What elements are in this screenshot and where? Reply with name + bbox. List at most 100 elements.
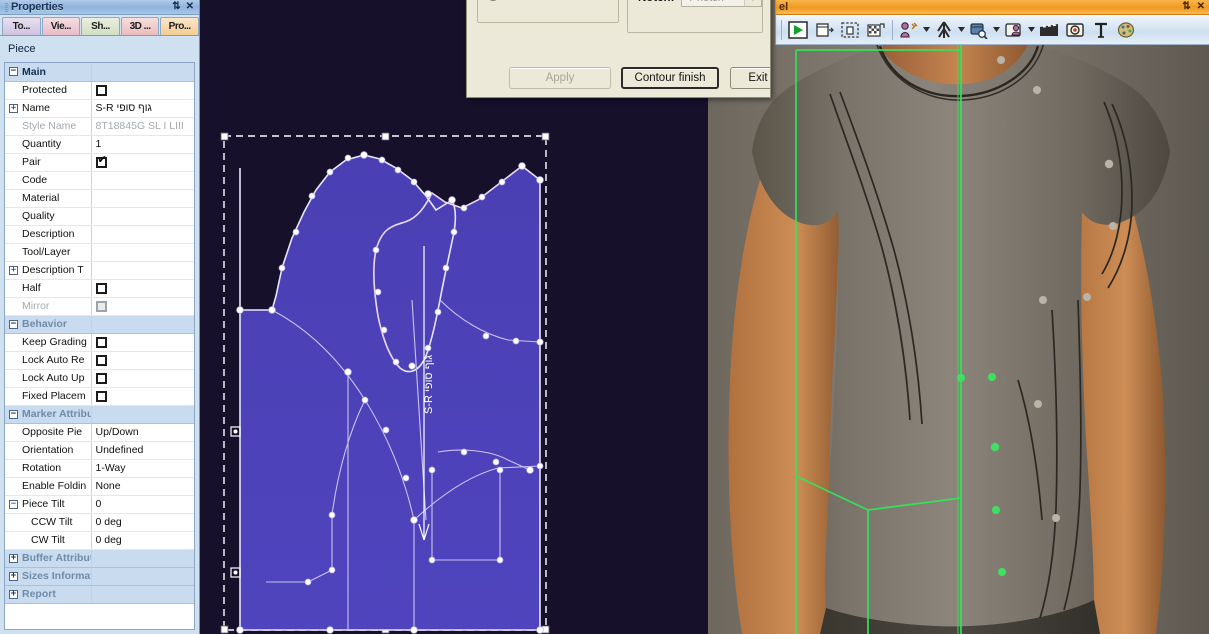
properties-titlebar[interactable]: Properties ⇅ ✕	[0, 0, 199, 15]
property-value[interactable]	[91, 405, 194, 424]
checkbox[interactable]	[95, 336, 107, 348]
property-row[interactable]: − Piece Tilt 0	[5, 495, 194, 514]
property-value[interactable]	[91, 369, 194, 388]
tab-view[interactable]: Vie...	[41, 17, 81, 35]
property-value[interactable]	[91, 351, 194, 370]
close-icon[interactable]: ✕	[186, 2, 194, 12]
property-group-row[interactable]: − Main	[5, 63, 194, 82]
property-row[interactable]: CW Tilt 0 deg	[5, 531, 194, 550]
property-value[interactable]: 1-Way	[91, 459, 194, 478]
property-value[interactable]	[91, 207, 194, 226]
drape-piece-icon[interactable]	[812, 18, 836, 42]
expand-icon[interactable]: +	[9, 265, 18, 275]
select-region-icon[interactable]	[838, 18, 862, 42]
property-value[interactable]	[91, 261, 194, 280]
property-value[interactable]	[91, 243, 194, 262]
drag-grip-icon[interactable]	[5, 2, 8, 12]
collapse-icon[interactable]: −	[9, 67, 18, 77]
property-value[interactable]	[91, 549, 194, 568]
property-group-row[interactable]: −Marker Attributes	[5, 405, 194, 424]
tab-3d[interactable]: 3D ...	[120, 17, 160, 35]
expand-icon[interactable]: +	[9, 553, 18, 563]
notch-contour-dialog[interactable]: Button Notch Curve Non Curve Notch:	[466, 0, 771, 98]
property-value[interactable]: Undefined	[91, 441, 194, 460]
chevron-down-icon-4[interactable]	[1028, 20, 1035, 40]
3d-canvas[interactable]	[708, 0, 1209, 634]
image-avatar-icon[interactable]	[1002, 18, 1026, 42]
checkbox[interactable]	[95, 390, 107, 402]
pin-icon[interactable]: ⇅	[1182, 2, 1190, 12]
collapse-icon[interactable]: −	[9, 499, 18, 509]
chevron-down-icon-3[interactable]	[993, 20, 1000, 40]
property-row[interactable]: + Description T	[5, 261, 194, 280]
chevron-down-icon-2[interactable]	[958, 20, 965, 40]
property-row[interactable]: Rotation 1-Way	[5, 459, 194, 478]
property-value[interactable]	[91, 225, 194, 244]
radio-notch-option[interactable]: Notch	[487, 0, 618, 1]
property-value[interactable]: 0	[91, 495, 194, 514]
property-row[interactable]: Keep Grading	[5, 333, 194, 352]
checkbox[interactable]	[95, 282, 107, 294]
property-value[interactable]	[91, 387, 194, 406]
property-value[interactable]	[91, 189, 194, 208]
property-row[interactable]: Fixed Placem	[5, 387, 194, 406]
property-row[interactable]: CCW Tilt 0 deg	[5, 513, 194, 532]
contour-finish-button[interactable]: Contour finish	[621, 67, 719, 89]
expand-icon[interactable]: +	[9, 571, 18, 581]
property-value[interactable]	[91, 315, 194, 334]
collapse-icon[interactable]: −	[9, 409, 18, 419]
property-value[interactable]: 1	[91, 135, 194, 154]
property-value[interactable]	[91, 279, 194, 298]
property-group-row[interactable]: − Behavior	[5, 315, 194, 334]
property-value[interactable]	[91, 333, 194, 352]
property-value[interactable]	[91, 297, 194, 316]
property-grid-container[interactable]: − Main Protected + Name S-R גוף סופי Style Nam…	[4, 62, 195, 630]
3d-simulation-viewport[interactable]	[708, 0, 1209, 634]
property-row[interactable]: Enable Foldin None	[5, 477, 194, 496]
property-row[interactable]: Lock Auto Re	[5, 351, 194, 370]
property-row[interactable]: Description	[5, 225, 194, 244]
checkbox[interactable]	[95, 372, 107, 384]
property-row[interactable]: Orientation Undefined	[5, 441, 194, 460]
movie-record-icon[interactable]	[1037, 18, 1061, 42]
expand-icon[interactable]: +	[9, 589, 18, 599]
property-row[interactable]: Protected	[5, 81, 194, 100]
checkbox[interactable]	[95, 155, 107, 168]
property-row[interactable]: Tool/Layer	[5, 243, 194, 262]
property-row[interactable]: Quantity 1	[5, 135, 194, 154]
property-value[interactable]: S-R גוף סופי	[91, 99, 194, 118]
chevron-down-icon[interactable]	[923, 20, 930, 40]
3d-toolbar[interactable]	[776, 15, 1209, 45]
property-group-row[interactable]: + Sizes Information	[5, 567, 194, 586]
property-value[interactable]	[91, 153, 194, 172]
apply-button[interactable]: Apply	[509, 67, 611, 89]
property-value[interactable]	[91, 567, 194, 586]
property-value[interactable]	[91, 585, 194, 604]
checkbox[interactable]	[95, 300, 107, 312]
property-group-row[interactable]: + Buffer Attributes	[5, 549, 194, 568]
exit-button[interactable]: Exit	[730, 67, 770, 89]
snapshot-icon[interactable]	[1063, 18, 1087, 42]
property-row[interactable]: Quality	[5, 207, 194, 226]
avatar-pose-icon[interactable]	[932, 18, 956, 42]
play-simulate-icon[interactable]	[786, 18, 810, 42]
avatar-settings-icon[interactable]	[897, 18, 921, 42]
color-palette-icon[interactable]	[1115, 18, 1139, 42]
property-value[interactable]: Up/Down	[91, 423, 194, 442]
property-row[interactable]: Pair	[5, 153, 194, 172]
texture-map-icon[interactable]	[864, 18, 888, 42]
property-row[interactable]: Code	[5, 171, 194, 190]
radio-indicator-notch[interactable]	[487, 0, 499, 1]
property-row[interactable]: + Name S-R גוף סופי	[5, 99, 194, 118]
properties-tabstrip[interactable]: To... Vie... Sh... 3D ... Pro...	[0, 15, 199, 36]
pin-icon[interactable]: ⇅	[172, 2, 180, 12]
tool-window-titlebar[interactable]: el ⇅ ✕	[776, 0, 1209, 15]
property-value[interactable]: 8T18845G SL I LIII	[91, 117, 194, 136]
property-value[interactable]	[91, 171, 194, 190]
notch-type-select[interactable]: T notch ▼	[681, 0, 762, 7]
property-value[interactable]	[91, 81, 194, 100]
property-group-row[interactable]: + Report	[5, 585, 194, 604]
property-row[interactable]: Opposite Pie Up/Down	[5, 423, 194, 442]
property-row[interactable]: Style Name 8T18845G SL I LIII	[5, 117, 194, 136]
collapse-icon[interactable]: −	[9, 319, 18, 329]
